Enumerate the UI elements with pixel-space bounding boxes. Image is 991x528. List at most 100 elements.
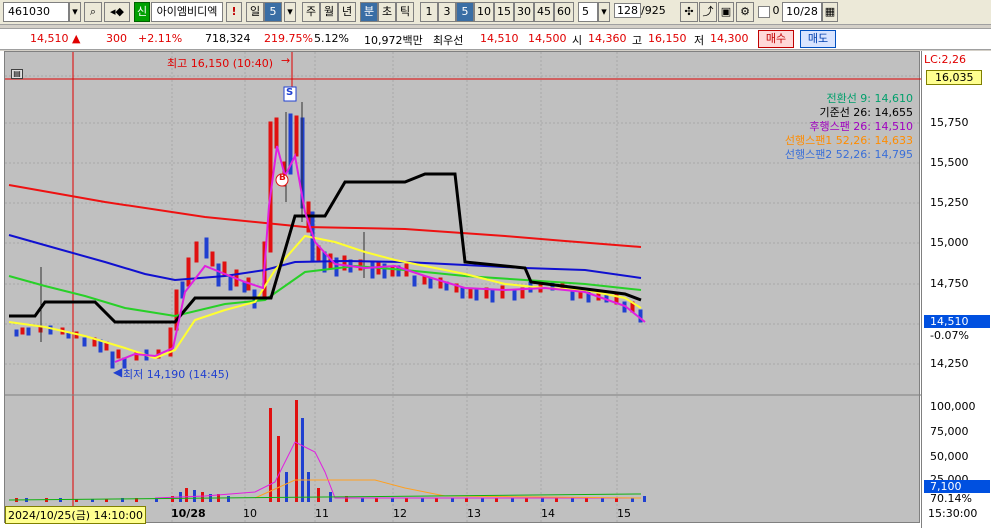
stock-code-text: 461030 [8,5,50,18]
speaker-icon[interactable]: ◂◆ [104,2,130,22]
total-count: /925 [641,4,666,17]
price-chart-svg [5,52,921,524]
price-axis[interactable]: LC:2,26 16,035 15,750 15,500 15,250 15,0… [921,51,991,528]
search-icon[interactable]: ⌕ [84,2,102,22]
period-second-button[interactable]: 초 [378,2,396,22]
cursor-tool-icon[interactable]: ✣ [680,2,698,22]
low-marker-label: 최저 14,190 (14:45) [123,368,230,381]
minute-1-button[interactable]: 1 [420,2,438,22]
high-arrow-icon: → [281,54,291,67]
volume-tick: 100,000 [930,400,976,413]
low-label: 저 [694,34,705,47]
time-label-10: 10 [243,507,257,520]
volume-ratio: 219.75% [264,32,313,45]
open-price: 14,360 [588,32,627,45]
toolbar: 461030 ▾ ⌕ ◂◆ 신 아이엠비디엑 ! 일 5 ▾ 주 월 년 분 초… [0,0,991,25]
price-tick: 15,750 [930,116,969,129]
settings-icon[interactable]: ⚙ [736,2,754,22]
turnover-rate: 5.12% [314,32,349,45]
minute-15-button[interactable]: 15 [494,2,514,22]
low-price: 14,300 [710,32,749,45]
best-ask-price: 14,500 [528,32,567,45]
minute-3-button[interactable]: 3 [438,2,456,22]
period-day-button[interactable]: 일 [246,2,264,22]
unit-input[interactable]: 5 [578,2,598,22]
time-label-14: 14 [541,507,555,520]
candlesticks [14,102,643,369]
count-value: 128 [614,3,641,18]
current-price-label: 14,510 [924,315,990,328]
price-tick: 14,250 [930,357,969,370]
checkbox-label: 0 [772,4,780,17]
time-label-13: 13 [467,507,481,520]
lc-label: LC:2,26 [924,53,967,66]
current-volume-percent: 70.14% [930,492,972,505]
count-input[interactable]: 128/925 [614,2,670,22]
minute-30-button[interactable]: 30 [514,2,534,22]
minute-10-button[interactable]: 10 [474,2,494,22]
low-arrow-icon: ◀ [113,365,123,379]
kijun-line-black [9,172,642,324]
time-label-11: 11 [315,507,329,520]
price-tick: 15,250 [930,196,969,209]
date-input[interactable]: 10/28 [782,2,822,22]
unit-dropdown-button[interactable]: ▾ [598,2,610,22]
period-month-button[interactable]: 월 [320,2,338,22]
calendar-icon[interactable]: ▦ [822,2,838,22]
cursor-time-label: 2024/10/25(금) 14:10:00 [5,506,147,524]
minute-60-button[interactable]: 60 [554,2,574,22]
best-bid-label: 최우선 [433,34,464,47]
chart-area[interactable]: 최고 16,150 (10:40) → S B ◀ 최저 14,190 (14:… [0,51,991,528]
price-tick: 14,750 [930,277,969,290]
sell-button[interactable]: 매도 [800,30,836,48]
period-dropdown-button[interactable]: ▾ [284,2,296,22]
up-arrow-icon: ▲ [72,32,81,45]
price-tick: 15,000 [930,236,969,249]
warning-button[interactable]: ! [226,2,242,22]
current-price: 14,510 [30,32,69,45]
best-bid-price: 14,510 [480,32,519,45]
minute-45-button[interactable]: 45 [534,2,554,22]
volume-value: 718,324 [205,32,251,45]
stock-code-input[interactable]: 461030 [3,2,69,22]
legend-conversion-line: 전환선 9: 14,610 [826,92,913,105]
volume-tick: 50,000 [930,450,969,463]
current-percent-label: -0.07% [930,329,969,342]
code-dropdown-button[interactable]: ▾ [69,2,81,22]
legend-leading-span2: 선행스팬2 52,26: 14,795 [784,148,913,161]
period-week-button[interactable]: 주 [302,2,320,22]
change-value: 300 [106,32,127,45]
time-axis-end-label: 15:30:00 [928,507,978,520]
price-tick: 15,500 [930,156,969,169]
plot-area[interactable]: 최고 16,150 (10:40) → S B ◀ 최저 14,190 (14:… [4,51,921,524]
stock-name-field[interactable]: 아이엠비디엑 [151,2,223,22]
high-marker-label: 최고 16,150 (10:40) [167,57,274,70]
period-tick-button[interactable]: 틱 [396,2,414,22]
axis-top-value: 16,035 [926,70,982,85]
quote-bar: 14,510 ▲ 300 +2.11% 718,324 219.75% 5.12… [0,28,991,50]
chart-corner-icon[interactable]: ▤ [11,69,23,79]
period-year-button[interactable]: 년 [338,2,356,22]
indicator-legend: 전환선 9: 14,610 기준선 26: 14,655 후행스팬 26: 14… [785,92,913,162]
legend-base-line: 기준선 26: 14,655 [819,106,913,119]
legend-lagging-span: 후행스팬 26: 14,510 [809,120,913,133]
option-checkbox[interactable] [758,6,770,18]
draw-tool-icon[interactable]: ⤴ [699,2,717,22]
buy-button[interactable]: 매수 [758,30,794,48]
save-icon[interactable]: ▣ [718,2,734,22]
volume-tick: 75,000 [930,425,969,438]
period-5-button[interactable]: 5 [264,2,282,22]
high-price: 16,150 [648,32,687,45]
time-axis: 2024/10/25(금) 14:10:00 10/28 10 11 12 13… [5,506,921,524]
sell-signal-text: S [286,87,294,98]
time-label-15: 15 [617,507,631,520]
trade-amount: 10,972백만 [364,34,423,47]
legend-leading-span1: 선행스팬1 52,26: 14,633 [784,134,913,147]
high-label: 고 [632,34,643,47]
time-label-1028: 10/28 [171,507,206,520]
buy-signal-text: B [279,173,286,183]
change-percent: +2.11% [138,32,183,45]
moving-average-green [8,264,642,318]
minute-5-button[interactable]: 5 [456,2,474,22]
period-minute-button[interactable]: 분 [360,2,378,22]
